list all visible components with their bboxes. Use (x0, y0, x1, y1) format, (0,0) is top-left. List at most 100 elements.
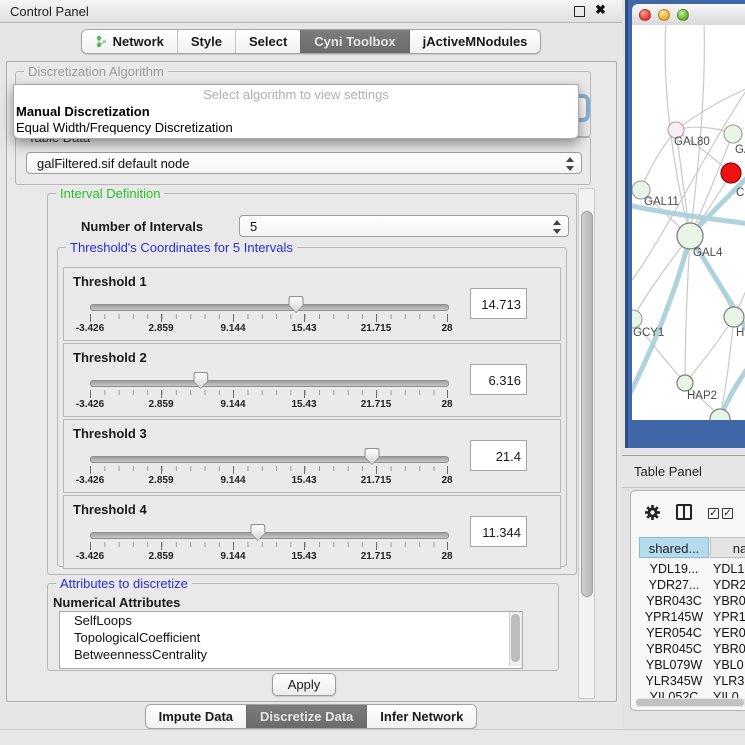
threshold-label: Threshold 2 (73, 350, 147, 365)
table-cell[interactable]: YDL1 (713, 561, 745, 577)
column-layout-icon[interactable] (676, 504, 692, 520)
list-scrollbar[interactable] (509, 612, 522, 666)
discretization-algorithm-title: Discretization Algorithm (24, 64, 168, 79)
node[interactable] (710, 409, 730, 420)
threshold-value-field[interactable]: 14.713 (470, 288, 527, 319)
network-canvas[interactable]: GAL80 GA C GAL11 GAL4 GCY1 H HAP2 (632, 25, 745, 420)
network-icon (95, 35, 108, 49)
threshold-value-field[interactable]: 6.316 (470, 364, 527, 395)
column-header-shared-name[interactable]: shared... (639, 537, 709, 558)
close-icon[interactable]: ✖ (595, 2, 606, 18)
threshold-value-field[interactable]: 11.344 (470, 516, 527, 547)
table-cell[interactable]: YBR0 (713, 641, 745, 657)
close-traffic-light[interactable] (639, 9, 651, 21)
tick-label: 15.43 (291, 399, 316, 410)
cyni-content-panel: Discretization Algorithm Table Data galF… (6, 61, 617, 702)
tick-label: 2.859 (148, 399, 173, 410)
threshold-slider-thumb[interactable] (193, 372, 208, 389)
node-gal4[interactable] (677, 223, 703, 249)
table-cell[interactable]: YLR3 (713, 673, 745, 689)
table-cell[interactable]: YBR045C (639, 641, 709, 657)
list-item[interactable]: TopologicalCoefficient (60, 629, 522, 646)
network-window-titlebar[interactable] (632, 4, 745, 26)
settings-scrollbar[interactable] (578, 188, 595, 699)
panel-title: Control Panel (10, 4, 89, 19)
table-cell[interactable]: YDR2 (713, 577, 745, 593)
thresholds-title: Threshold's Coordinates for 5 Intervals (66, 240, 297, 255)
apply-button[interactable]: Apply (272, 673, 336, 696)
algorithm-dropdown-popup: Select algorithm to view settings Manual… (13, 84, 579, 139)
table-cell[interactable]: YDR27... (639, 577, 709, 593)
tick-label: 9.144 (220, 399, 245, 410)
checkbox-icon[interactable]: ✓ (722, 508, 733, 519)
threshold-slider-thumb[interactable] (289, 296, 304, 313)
column-header-name[interactable]: na (710, 537, 745, 558)
numerical-attributes-list: SelfLoops TopologicalCoefficient Between… (59, 611, 523, 669)
tick-label: 2.859 (148, 475, 173, 486)
node-label: H (736, 327, 744, 339)
table-cell[interactable]: YDL19... (639, 561, 709, 577)
attributes-title: Attributes to discretize (56, 576, 192, 591)
list-item[interactable]: SelfLoops (60, 612, 522, 629)
tab-cyni-toolbox[interactable]: Cyni Toolbox (300, 30, 408, 53)
tick-label: 9.144 (220, 475, 245, 486)
node[interactable] (724, 125, 742, 143)
checkbox-icon[interactable]: ✓ (708, 508, 719, 519)
node-label: GA (735, 144, 745, 156)
tab-infer-network[interactable]: Infer Network (366, 705, 476, 728)
table-horizontal-scrollbar[interactable] (635, 698, 745, 707)
gear-icon[interactable] (644, 504, 661, 521)
table-cell[interactable]: YBR0 (713, 593, 745, 609)
table-cell[interactable]: YPR1 (713, 609, 745, 625)
tab-impute-data[interactable]: Impute Data (146, 705, 246, 728)
bottom-tab-bar: Impute Data Discretize Data Infer Networ… (0, 704, 622, 728)
number-of-intervals-combobox[interactable]: 5 (239, 215, 569, 237)
table-cell[interactable]: YPR145W (639, 609, 709, 625)
tick-label: 2.859 (148, 323, 173, 334)
number-of-intervals-label: Number of Intervals (81, 219, 203, 234)
tab-style[interactable]: Style (177, 30, 235, 53)
tick-label: 21.715 (361, 399, 392, 410)
status-bar (0, 730, 745, 745)
table-cell[interactable]: YER054C (639, 625, 709, 641)
table-data-combobox[interactable]: galFiltered.sif default node (26, 152, 582, 174)
threshold-value-field[interactable]: 21.4 (470, 440, 527, 471)
tick-label: 21.715 (361, 323, 392, 334)
table-cell[interactable]: YBL079W (639, 657, 709, 673)
tab-select[interactable]: Select (235, 30, 300, 53)
tab-discretize-data[interactable]: Discretize Data (246, 705, 366, 728)
popup-item-manual-discretization[interactable]: Manual Discretization (16, 104, 150, 119)
node[interactable] (724, 307, 744, 327)
node-selected-red[interactable] (721, 163, 741, 183)
network-graph (632, 25, 745, 420)
table-cell[interactable]: YIL0 (713, 689, 745, 698)
table-cell[interactable]: YIL052C (639, 689, 709, 698)
tab-network-label: Network (113, 30, 164, 53)
table-cell[interactable]: YBR043C (639, 593, 709, 609)
zoom-traffic-light[interactable] (677, 9, 689, 21)
table-cell[interactable]: YER0 (713, 625, 745, 641)
numerical-attributes-label: Numerical Attributes (53, 595, 180, 610)
threshold-slider-thumb[interactable] (365, 448, 380, 465)
float-window-icon[interactable] (574, 6, 585, 17)
scrollbar-thumb[interactable] (581, 211, 593, 597)
tab-network[interactable]: Network (82, 30, 177, 53)
node-hap2[interactable] (677, 375, 693, 391)
scrollbar-thumb[interactable] (636, 699, 744, 706)
minimize-traffic-light[interactable] (658, 9, 670, 21)
tab-jactivemnodules[interactable]: jActiveMNodules (409, 30, 541, 53)
node-label: GAL4 (693, 247, 722, 259)
list-item[interactable]: BetweennessCentrality (60, 646, 522, 663)
table-cell[interactable]: YLR345W (639, 673, 709, 689)
table-cell[interactable]: YBL0 (713, 657, 745, 673)
node-gcy1[interactable] (632, 310, 642, 328)
table-panel-titlebar: Table Panel (622, 455, 745, 488)
popup-item-equal-width-frequency[interactable]: Equal Width/Frequency Discretization (16, 120, 233, 135)
threshold-row: Threshold 1 -3.426 2.859 9.144 15.43 21.… (63, 267, 561, 341)
tick-label: 21.715 (361, 475, 392, 486)
tick-label: -3.426 (76, 475, 104, 486)
threshold-slider-thumb[interactable] (250, 524, 265, 541)
tick-label: 15.43 (291, 323, 316, 334)
threshold-row: Threshold 3 -3.426 2.859 9.144 15.43 21.… (63, 419, 561, 493)
popup-placeholder-item[interactable]: Select algorithm to view settings (14, 87, 578, 102)
